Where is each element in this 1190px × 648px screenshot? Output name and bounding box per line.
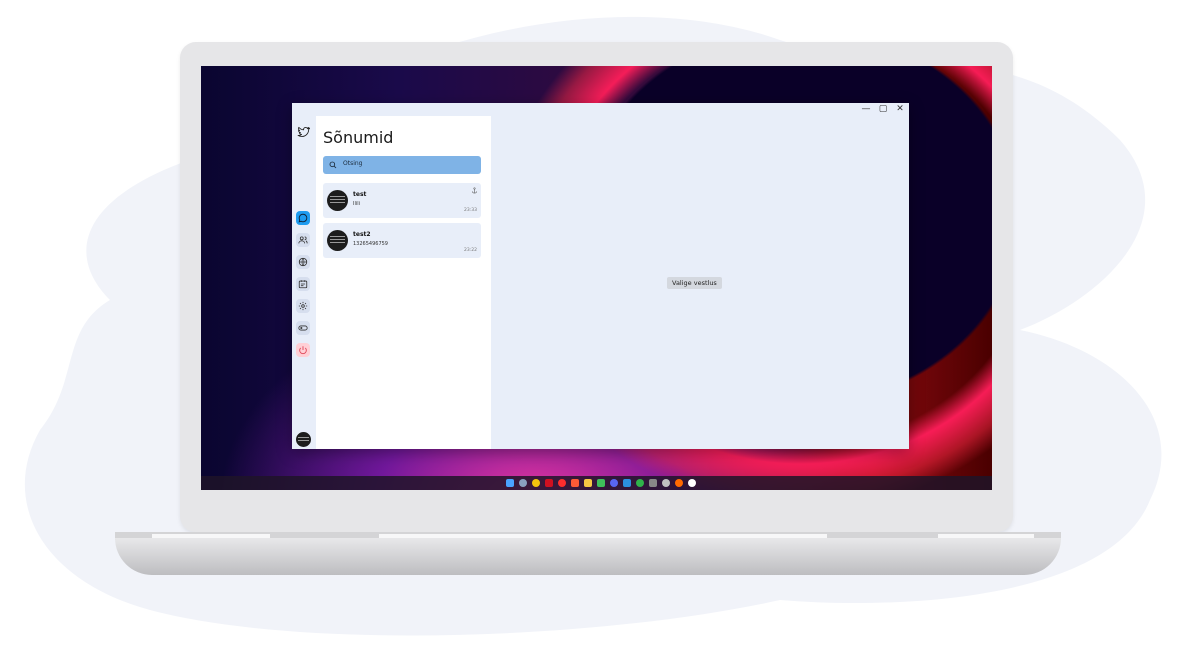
conversation-panel: Sõnumid Otsing test Ilili 23:33 test2 13… — [316, 116, 491, 449]
contact-avatar — [327, 190, 348, 211]
avatar[interactable] — [296, 432, 311, 447]
chat-area: Valige vestlus — [491, 116, 909, 449]
app-icon[interactable] — [649, 479, 657, 487]
empty-state-label: Valige vestlus — [667, 277, 722, 289]
pin-icon — [472, 187, 477, 194]
maximize-button[interactable]: ▢ — [876, 103, 890, 116]
app-icon[interactable] — [662, 479, 670, 487]
users-icon — [298, 236, 308, 244]
title-bar: — ▢ ✕ — [292, 103, 909, 116]
conversation-item[interactable]: test2 13265496759 23:22 — [323, 223, 481, 258]
toggle-icon — [298, 325, 308, 331]
app-icon[interactable] — [571, 479, 579, 487]
taskbar — [201, 476, 992, 490]
contact-name: test — [353, 191, 367, 198]
start-icon[interactable] — [506, 479, 514, 487]
minimize-button[interactable]: — — [859, 103, 873, 116]
conversation-item[interactable]: test Ilili 23:33 — [323, 183, 481, 218]
last-message: Ilili — [353, 201, 361, 207]
keyboard-keys — [938, 534, 1034, 538]
search-input[interactable]: Otsing — [323, 156, 481, 174]
sidebar — [292, 116, 315, 449]
sidebar-item-logout[interactable] — [296, 343, 310, 357]
gear-icon — [298, 301, 308, 311]
page-title: Sõnumid — [323, 128, 394, 147]
sidebar-item-calendar[interactable] — [296, 277, 310, 291]
discord-icon[interactable] — [610, 479, 618, 487]
keyboard-keys — [379, 534, 827, 538]
power-icon — [299, 346, 307, 355]
settings-app-icon[interactable] — [519, 479, 527, 487]
xbox-icon[interactable] — [636, 479, 644, 487]
folder-icon[interactable] — [584, 479, 592, 487]
keyboard-keys — [152, 534, 270, 538]
app-icon[interactable] — [597, 479, 605, 487]
chat-icon — [298, 213, 308, 223]
opera-icon[interactable] — [558, 479, 566, 487]
contact-avatar — [327, 230, 348, 251]
calendar-icon — [298, 280, 308, 289]
sidebar-item-chats[interactable] — [296, 211, 310, 225]
app-icon[interactable] — [688, 479, 696, 487]
app-icon[interactable] — [675, 479, 683, 487]
last-message: 13265496759 — [353, 241, 388, 247]
search-icon — [329, 161, 337, 169]
vscode-icon[interactable] — [623, 479, 631, 487]
laptop-base — [115, 538, 1061, 575]
message-time: 23:22 — [464, 248, 477, 253]
chrome-icon[interactable] — [532, 479, 540, 487]
sidebar-item-toggle[interactable] — [296, 321, 310, 335]
contact-name: test2 — [353, 231, 371, 238]
app-icon[interactable] — [545, 479, 553, 487]
search-placeholder: Otsing — [343, 160, 363, 167]
globe-icon — [298, 257, 308, 267]
close-button[interactable]: ✕ — [893, 103, 907, 116]
sidebar-item-contacts[interactable] — [296, 233, 310, 247]
sidebar-item-settings[interactable] — [296, 299, 310, 313]
messenger-window: — ▢ ✕ Sõnumid Otsing test Ilili 23:33 te… — [292, 103, 909, 449]
bird-icon — [297, 126, 310, 137]
message-time: 23:33 — [464, 208, 477, 213]
sidebar-item-globe[interactable] — [296, 255, 310, 269]
